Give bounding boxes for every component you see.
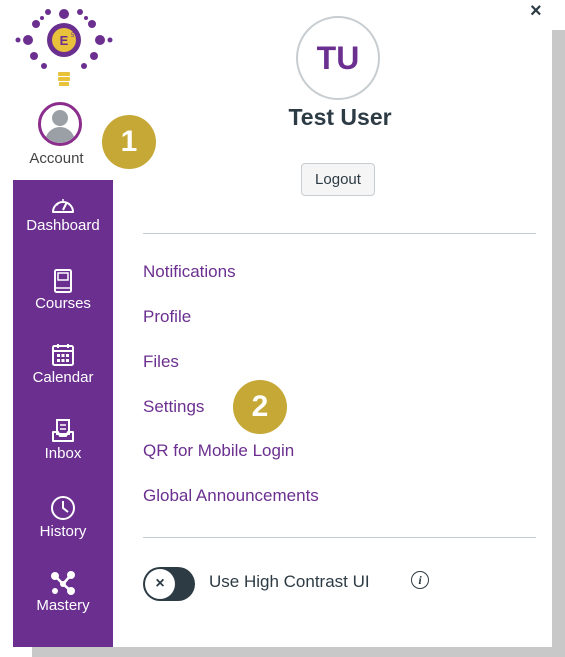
high-contrast-label: Use High Contrast UI — [209, 572, 370, 591]
dashboard-icon — [52, 199, 74, 213]
nav-item-label: Courses — [35, 295, 91, 312]
logout-button[interactable]: Logout — [301, 163, 375, 196]
nav-item-label: History — [39, 523, 87, 540]
nav-item-courses[interactable]: Courses — [13, 268, 113, 344]
divider — [143, 537, 536, 538]
nav-account[interactable]: Account — [0, 98, 113, 178]
callout-badge-2: 2 — [233, 380, 287, 434]
high-contrast-toggle[interactable]: × — [143, 567, 195, 601]
nav-item-inbox[interactable]: Inbox — [13, 418, 113, 494]
menu-link-files[interactable]: Files — [143, 352, 179, 372]
tray-shadow — [552, 30, 565, 657]
svg-text:E: E — [60, 33, 69, 48]
nav-item-label: Inbox — [44, 445, 82, 462]
divider — [143, 233, 536, 234]
courses-icon — [54, 269, 72, 293]
menu-link-qr-mobile-login[interactable]: QR for Mobile Login — [143, 441, 294, 461]
tray-shadow-bottom — [32, 647, 565, 657]
callout-badge-1: 1 — [102, 115, 156, 169]
nav-item-mastery[interactable]: Mastery — [13, 570, 113, 646]
menu-link-profile[interactable]: Profile — [143, 307, 191, 327]
nav-item-history[interactable]: History — [13, 494, 113, 570]
avatar — [38, 102, 82, 146]
toggle-off-icon: × — [145, 569, 175, 599]
nav-item-calendar[interactable]: Calendar — [13, 342, 113, 418]
logo-icon: E 5 — [15, 9, 113, 86]
global-nav: Dashboard Courses Calendar Inbox History… — [13, 180, 113, 647]
menu-link-global-announcements[interactable]: Global Announcements — [143, 486, 319, 506]
nav-item-label: Mastery — [36, 597, 90, 614]
history-icon — [51, 496, 75, 520]
menu-link-settings[interactable]: Settings — [143, 397, 204, 417]
info-icon[interactable]: i — [411, 571, 429, 589]
logo[interactable]: E 5 — [14, 4, 114, 92]
inbox-icon — [52, 419, 74, 442]
nav-item-label: Calendar — [32, 369, 94, 386]
close-button[interactable]: × — [530, 0, 542, 23]
nav-item-label: Dashboard — [26, 217, 100, 234]
calendar-icon — [52, 344, 74, 366]
menu-link-notifications[interactable]: Notifications — [143, 262, 236, 282]
nav-item-dashboard[interactable]: Dashboard — [13, 192, 113, 268]
mastery-icon — [51, 571, 75, 595]
user-name: Test User — [288, 104, 392, 130]
nav-account-label: Account — [29, 150, 84, 167]
user-avatar: TU — [296, 16, 380, 100]
